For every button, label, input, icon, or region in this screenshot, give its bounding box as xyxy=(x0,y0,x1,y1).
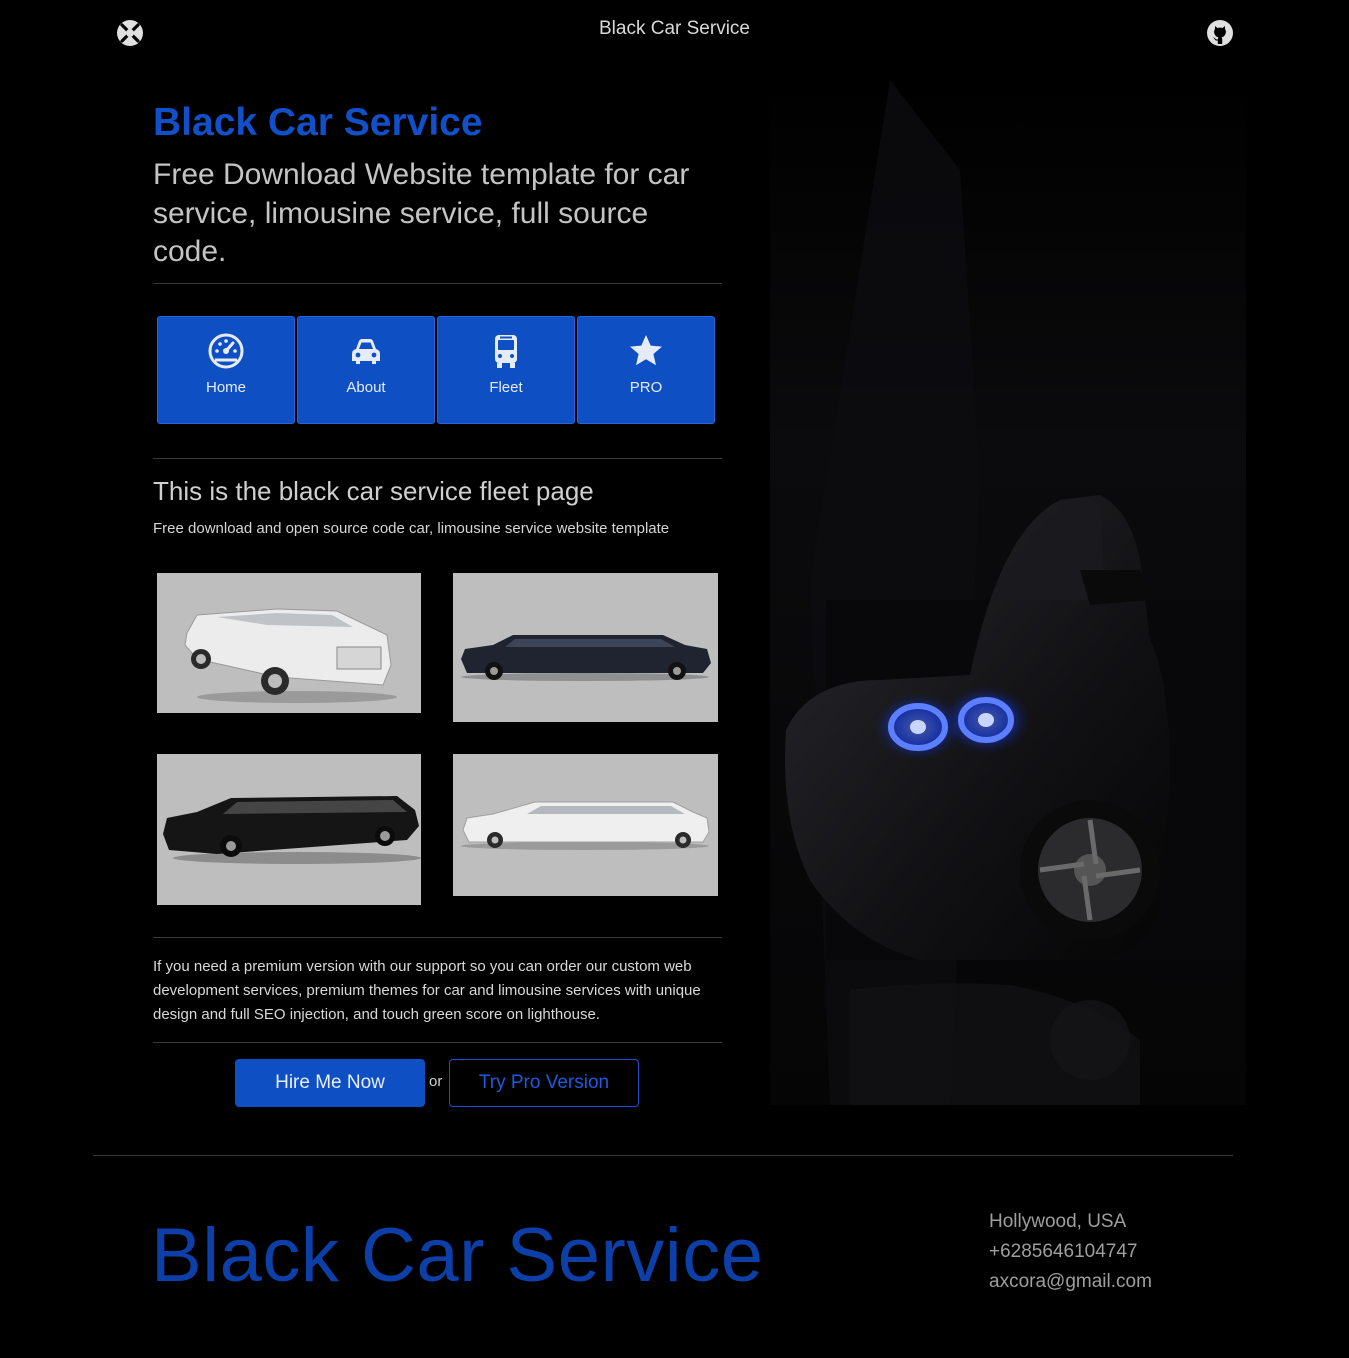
hero-car-image xyxy=(770,80,1246,1105)
divider xyxy=(153,1042,722,1043)
top-navbar: Black Car Service xyxy=(0,0,1349,64)
footer-contact: Hollywood, USA +6285646104747 axcora@gma… xyxy=(989,1207,1152,1297)
github-icon[interactable] xyxy=(1206,19,1234,47)
car-icon xyxy=(352,339,380,364)
nav-label-pro: PRO xyxy=(629,379,663,396)
intro-section: Black Car Service Free Download Website … xyxy=(153,96,722,272)
nav-tile-home[interactable]: Home xyxy=(157,316,295,424)
limousine-image xyxy=(163,796,421,864)
footer-phone[interactable]: +6285646104747 xyxy=(989,1237,1152,1267)
try-pro-button[interactable]: Try Pro Version xyxy=(449,1059,639,1107)
footer-email[interactable]: axcora@gmail.com xyxy=(989,1267,1152,1297)
limousine-image xyxy=(184,608,397,703)
footer-brand: Black Car Service xyxy=(151,1213,764,1298)
white-stretch-limousine-photo[interactable] xyxy=(157,573,421,713)
hire-me-button[interactable]: Hire Me Now xyxy=(235,1059,425,1107)
black-stretch-limousine-side-photo[interactable] xyxy=(453,573,718,722)
speedometer-icon xyxy=(208,333,244,369)
site-title[interactable]: Black Car Service xyxy=(0,18,1349,40)
white-lincoln-limousine-photo[interactable] xyxy=(453,754,718,896)
footer-location: Hollywood, USA xyxy=(989,1211,1127,1232)
nav-label-home: Home xyxy=(205,379,246,396)
divider xyxy=(153,937,722,938)
divider xyxy=(153,283,722,284)
brand-title: Black Car Service xyxy=(153,101,483,144)
star-icon xyxy=(630,335,662,366)
divider xyxy=(153,458,722,459)
nav-tile-pro[interactable]: PRO xyxy=(577,316,715,424)
bus-icon xyxy=(495,335,517,368)
nav-label-fleet: Fleet xyxy=(489,379,523,396)
nav-tile-about[interactable]: About xyxy=(297,316,435,424)
black-lincoln-limousine-photo[interactable] xyxy=(157,754,421,905)
nav-tile-fleet[interactable]: Fleet xyxy=(437,316,575,424)
fleet-subheading: Free download and open source code car, … xyxy=(153,520,670,537)
fleet-heading: This is the black car service fleet page xyxy=(153,476,594,506)
nav-label-about: About xyxy=(346,379,386,396)
nav-tiles: Home About Fleet PRO xyxy=(157,316,718,426)
footer-divider xyxy=(93,1155,1233,1156)
or-separator: or xyxy=(429,1073,443,1090)
limousine-image xyxy=(461,801,710,850)
tagline: Free Download Website template for car s… xyxy=(153,158,690,268)
limousine-image xyxy=(461,635,711,681)
premium-description: If you need a premium version with our s… xyxy=(153,958,701,1023)
